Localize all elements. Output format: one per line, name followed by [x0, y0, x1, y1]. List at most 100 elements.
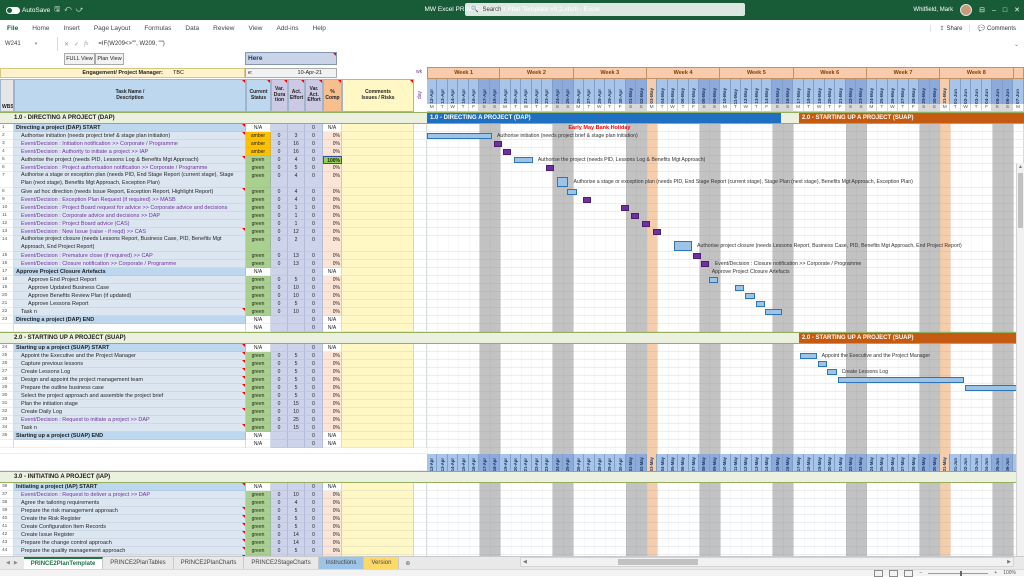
cell-act-effort[interactable]: 5: [288, 507, 305, 515]
cell-act-effort[interactable]: 16: [288, 140, 305, 148]
cell-act-effort[interactable]: 5: [288, 392, 305, 400]
cell-task-name[interactable]: Approve Updated Business Case: [14, 284, 246, 292]
cell-act-effort[interactable]: 25: [288, 416, 305, 424]
cell-current-status[interactable]: N/A: [246, 124, 271, 132]
cell-comments[interactable]: [342, 324, 414, 332]
cell-var-act-effort[interactable]: 0: [305, 408, 323, 416]
cell-current-status[interactable]: green: [246, 352, 271, 360]
cell-pct-complete[interactable]: 0%: [323, 507, 342, 515]
cell-task-name[interactable]: Task n: [14, 424, 246, 432]
cell-pct-complete[interactable]: 0%: [323, 368, 342, 376]
cell-current-status[interactable]: green: [246, 360, 271, 368]
cell-current-status[interactable]: green: [246, 300, 271, 308]
cell-task-name[interactable]: Approve Benefits Review Plan (if updated…: [14, 292, 246, 300]
sheet-tab-prince2stagecharts[interactable]: PRINCE2StageCharts: [244, 557, 319, 569]
cell-current-status[interactable]: N/A: [246, 440, 271, 448]
cell-wbs[interactable]: 42: [0, 531, 14, 539]
cell-var-duration[interactable]: 0: [271, 292, 288, 300]
cell-var-duration[interactable]: 0: [271, 276, 288, 284]
cell-var-duration[interactable]: 0: [271, 507, 288, 515]
ribbon-display-icon[interactable]: ⊟: [979, 6, 985, 14]
cell-task-name[interactable]: Authorise the project (needs PID, Lesson…: [14, 156, 246, 164]
scroll-up-icon[interactable]: ▲: [1017, 163, 1024, 172]
cell-var-act-effort[interactable]: 0: [305, 156, 323, 164]
cell-act-effort[interactable]: 10: [288, 308, 305, 316]
cell-task-name[interactable]: Directing a project (DAP) START: [14, 124, 246, 132]
minimize-button[interactable]: –: [992, 7, 996, 14]
cell-comments[interactable]: [342, 284, 414, 292]
cell-comments[interactable]: [342, 164, 414, 172]
cell-current-status[interactable]: green: [246, 384, 271, 392]
cell-act-effort[interactable]: [288, 432, 305, 440]
cell-current-status[interactable]: green: [246, 212, 271, 220]
ribbon-tab-add-ins[interactable]: Add-ins: [269, 20, 305, 37]
namebox-dropdown-icon[interactable]: ▾: [35, 41, 38, 47]
cell-act-effort[interactable]: 13: [288, 260, 305, 268]
cell-var-duration[interactable]: 0: [271, 236, 288, 252]
cell-var-act-effort[interactable]: 0: [305, 260, 323, 268]
start-date-cell[interactable]: e: 10-Apr-21: [245, 68, 337, 78]
cell-pct-complete[interactable]: N/A: [323, 483, 342, 491]
cell-task-name[interactable]: Directing a project (DAP) END: [14, 316, 246, 324]
cell-current-status[interactable]: green: [246, 531, 271, 539]
cell-current-status[interactable]: N/A: [246, 316, 271, 324]
cell-pct-complete[interactable]: 0%: [323, 276, 342, 284]
cell-current-status[interactable]: green: [246, 236, 271, 252]
cell-comments[interactable]: [342, 392, 414, 400]
cell-comments[interactable]: [342, 260, 414, 268]
ribbon-tab-help[interactable]: Help: [306, 20, 333, 37]
cell-act-effort[interactable]: 10: [288, 491, 305, 499]
cell-current-status[interactable]: green: [246, 507, 271, 515]
cell-pct-complete[interactable]: 100%: [323, 156, 342, 164]
cell-var-duration[interactable]: [271, 316, 288, 324]
cell-wbs[interactable]: 7: [0, 172, 14, 188]
cell-wbs[interactable]: 30: [0, 392, 14, 400]
project-name-cell[interactable]: Here: [245, 52, 337, 65]
cell-wbs[interactable]: 21: [0, 300, 14, 308]
cell-var-act-effort[interactable]: 0: [305, 344, 323, 352]
cell-var-duration[interactable]: 0: [271, 308, 288, 316]
cell-act-effort[interactable]: 10: [288, 292, 305, 300]
cell-var-duration[interactable]: 0: [271, 515, 288, 523]
cell-task-name[interactable]: Approve End Project Report: [14, 276, 246, 284]
cell-act-effort[interactable]: 10: [288, 284, 305, 292]
cell-wbs[interactable]: 24: [0, 344, 14, 352]
cell-wbs[interactable]: 8: [0, 188, 14, 196]
cell-comments[interactable]: [342, 400, 414, 408]
save-icon[interactable]: 🖫: [54, 5, 60, 16]
cell-current-status[interactable]: N/A: [246, 432, 271, 440]
cell-pct-complete[interactable]: N/A: [323, 324, 342, 332]
search-box[interactable]: 🔍 Search: [465, 3, 745, 16]
cell-wbs[interactable]: 14: [0, 236, 14, 252]
cell-task-name[interactable]: Prepare the risk management approach: [14, 507, 246, 515]
cell-var-act-effort[interactable]: 0: [305, 483, 323, 491]
cell-pct-complete[interactable]: 0%: [323, 284, 342, 292]
cell-wbs[interactable]: 39: [0, 507, 14, 515]
cell-pct-complete[interactable]: 0%: [323, 172, 342, 188]
cell-current-status[interactable]: green: [246, 547, 271, 555]
cell-current-status[interactable]: green: [246, 156, 271, 164]
cell-var-act-effort[interactable]: 0: [305, 236, 323, 252]
cell-task-name[interactable]: [14, 324, 246, 332]
cell-act-effort[interactable]: 5: [288, 376, 305, 384]
cell-pct-complete[interactable]: 0%: [323, 547, 342, 555]
cell-var-act-effort[interactable]: 0: [305, 292, 323, 300]
cell-pct-complete[interactable]: 0%: [323, 212, 342, 220]
cell-comments[interactable]: [342, 212, 414, 220]
cell-comments[interactable]: [342, 432, 414, 440]
zoom-slider[interactable]: [928, 570, 989, 576]
cell-act-effort[interactable]: 10: [288, 408, 305, 416]
cell-wbs[interactable]: 15: [0, 252, 14, 260]
cell-act-effort[interactable]: [288, 316, 305, 324]
cell-var-act-effort[interactable]: 0: [305, 300, 323, 308]
cell-var-act-effort[interactable]: 0: [305, 124, 323, 132]
cell-var-duration[interactable]: 0: [271, 284, 288, 292]
cell-task-name[interactable]: Give ad hoc direction (needs Issue Repor…: [14, 188, 246, 196]
cell-var-act-effort[interactable]: 0: [305, 424, 323, 432]
cell-pct-complete[interactable]: 0%: [323, 491, 342, 499]
cell-act-effort[interactable]: [288, 268, 305, 276]
cell-wbs[interactable]: 33: [0, 416, 14, 424]
share-button[interactable]: ⇪ Share: [930, 25, 963, 32]
cell-pct-complete[interactable]: 0%: [323, 140, 342, 148]
cell-comments[interactable]: [342, 344, 414, 352]
